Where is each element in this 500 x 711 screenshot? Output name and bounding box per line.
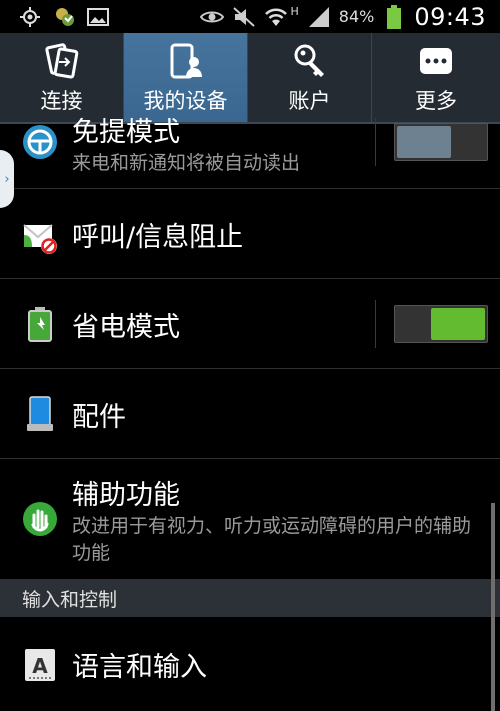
tab-my-device[interactable]: 我的设备 — [124, 33, 248, 122]
image-icon — [86, 6, 110, 28]
list-item-title: 语言和输入 — [72, 652, 207, 683]
list-item-subtitle: 改进用于有视力、听力或运动障碍的用户的辅助功能 — [72, 515, 472, 564]
steering-wheel-icon — [22, 124, 58, 160]
list-item-title: 省电模式 — [72, 312, 180, 343]
toggle-knob — [431, 308, 485, 340]
mute-icon — [232, 6, 256, 28]
list-item-language-input[interactable]: A 语言和输入 — [0, 617, 500, 711]
tab-label: 更多 — [415, 88, 457, 113]
list-item-title: 配件 — [72, 402, 126, 433]
list-item-accessibility[interactable]: 辅助功能 改进用于有视力、听力或运动障碍的用户的辅助功能 — [0, 459, 500, 579]
list-item-accessories[interactable]: 配件 — [0, 369, 500, 459]
contacts-sync-icon — [52, 6, 76, 28]
battery-icon — [382, 4, 406, 29]
list-item-hands-free-mode[interactable]: 免提模式 来电和新通知将被自动读出 — [0, 117, 500, 189]
eye-icon — [200, 6, 225, 28]
toggle-knob — [397, 126, 451, 158]
keyboard-a-icon: A — [22, 647, 58, 683]
wifi-icon — [264, 6, 288, 28]
tab-label: 账户 — [288, 88, 331, 113]
toggle-container — [375, 118, 488, 166]
call-block-icon — [22, 219, 58, 255]
tab-connections[interactable]: 连接 — [0, 33, 124, 122]
connections-icon — [42, 41, 82, 81]
clock: 09:43 — [414, 2, 486, 31]
toggle-container — [375, 300, 488, 348]
scrollbar[interactable] — [491, 503, 495, 711]
more-icon — [416, 41, 456, 81]
status-bar: H 84% 09:43 — [0, 0, 500, 33]
accessibility-hand-icon — [22, 501, 58, 537]
network-type: H — [290, 5, 299, 18]
list-item-title: 免提模式 — [72, 117, 180, 148]
section-header-label: 输入和控制 — [22, 588, 118, 611]
signal-icon — [307, 6, 331, 28]
list-item-title: 呼叫/信息阻止 — [72, 222, 244, 253]
list-item-title: 辅助功能 — [72, 480, 180, 511]
my-device-icon — [166, 41, 206, 81]
gps-icon — [18, 6, 42, 28]
power-saving-icon — [22, 306, 58, 342]
chevron-right-icon: › — [4, 171, 10, 187]
accessory-icon — [22, 396, 58, 432]
power-saving-toggle[interactable] — [394, 305, 488, 343]
side-panel-handle[interactable]: › — [0, 150, 14, 208]
list-item-call-block[interactable]: 呼叫/信息阻止 — [0, 189, 500, 279]
svg-text:A: A — [32, 654, 48, 678]
hands-free-toggle[interactable] — [394, 123, 488, 161]
battery-percent: 84% — [338, 7, 375, 26]
section-header-input-control: 输入和控制 — [0, 579, 500, 617]
tab-more[interactable]: 更多 — [372, 33, 500, 122]
list-item-power-saving[interactable]: 省电模式 — [0, 279, 500, 369]
tab-accounts[interactable]: 账户 — [248, 33, 372, 122]
accounts-icon — [290, 41, 330, 81]
